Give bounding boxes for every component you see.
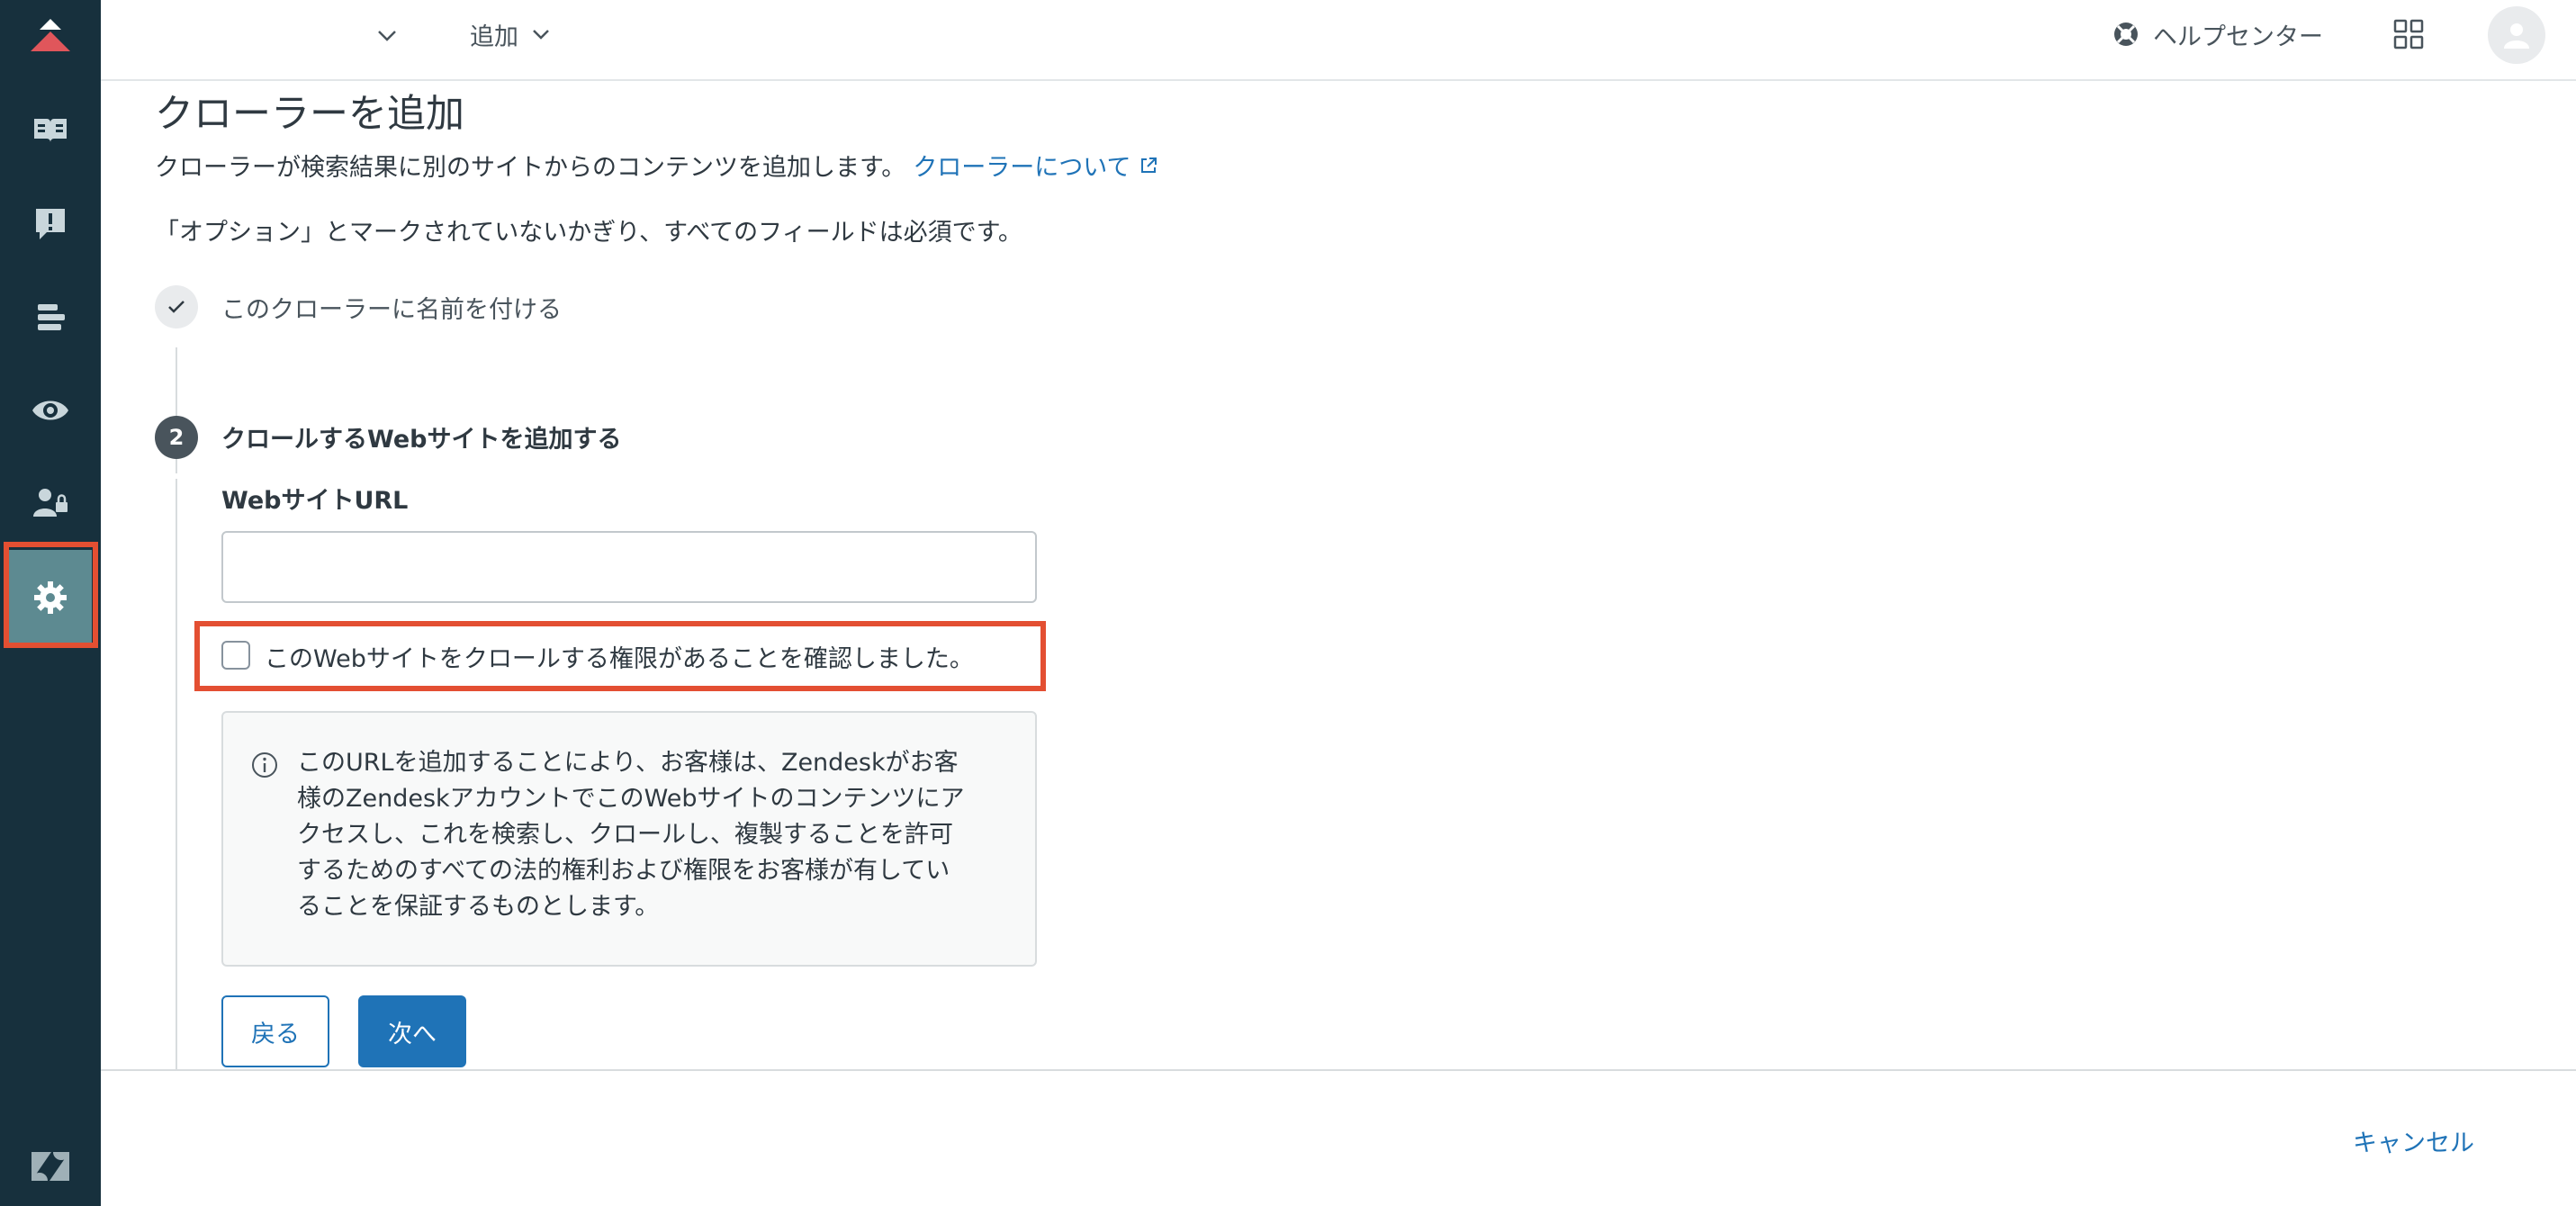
check-icon [168,301,185,313]
main-content: クローラーを追加 クローラーが検索結果に別のサイトからのコンテンツを追加します。… [101,83,2576,1069]
apps-grid-icon[interactable] [2392,18,2425,50]
back-button[interactable]: 戻る [221,995,329,1067]
next-button[interactable]: 次へ [358,995,466,1067]
settings-highlight-box [4,542,98,648]
step-1-complete-indicator [155,285,198,328]
about-crawler-link[interactable]: クローラーについて [913,148,1157,183]
help-center-label: ヘルプセンター [2153,22,2323,51]
chevron-down-icon[interactable] [374,22,401,49]
product-logo-icon[interactable] [0,0,101,72]
list-icon[interactable] [0,270,101,364]
help-center-button[interactable]: ヘルプセンター [2112,16,2323,52]
step-1-label: このクローラーに名前を付ける [221,296,562,324]
required-note: 「オプション」とマークされていないかぎり、すべてのフィールドは必須です。 [155,219,1022,247]
top-bar: 追加 ヘルプセンター [101,0,2576,81]
step-2-indicator: 2 [155,416,198,459]
guide-icon[interactable] [0,83,101,176]
avatar[interactable] [2488,6,2545,64]
legal-info-text: このURLを追加することにより、お客様は、Zendeskがお客様のZendesk… [297,749,965,921]
legal-info-box: このURLを追加することにより、お客様は、Zendeskがお客様のZendesk… [221,711,1037,967]
page-title: クローラーを追加 [155,92,464,137]
user-lock-icon[interactable] [0,455,101,549]
intro-description: クローラーが検索結果に別のサイトからのコンテンツを追加します。 [155,154,906,182]
external-link-icon [1140,157,1157,173]
step-2-label: クロールするWebサイトを追加する [221,426,622,454]
cancel-link[interactable]: キャンセル [2353,1123,2474,1158]
footer-bar: キャンセル [101,1069,2576,1206]
add-menu-label: 追加 [470,22,518,51]
zendesk-logo-icon[interactable] [0,1127,101,1206]
stepper-connector [176,479,177,1069]
permission-checkbox[interactable] [221,641,250,670]
info-icon [252,752,277,778]
sidebar [0,0,101,1206]
chevron-down-icon [533,30,549,40]
add-menu-button[interactable]: 追加 [470,16,553,52]
intro-text: クローラーが検索結果に別のサイトからのコンテンツを追加します。 クローラーについ… [155,148,1158,183]
website-url-label: WebサイトURL [221,487,409,515]
eye-icon[interactable] [0,364,101,457]
user-icon [2504,23,2529,49]
permission-checkbox-label[interactable]: このWebサイトをクロールする権限があることを確認しました。 [265,639,974,674]
website-url-input[interactable] [221,531,1037,603]
lifebuoy-icon [2114,22,2138,46]
about-crawler-link-label: クローラーについて [913,154,1131,182]
alert-icon[interactable] [0,176,101,270]
